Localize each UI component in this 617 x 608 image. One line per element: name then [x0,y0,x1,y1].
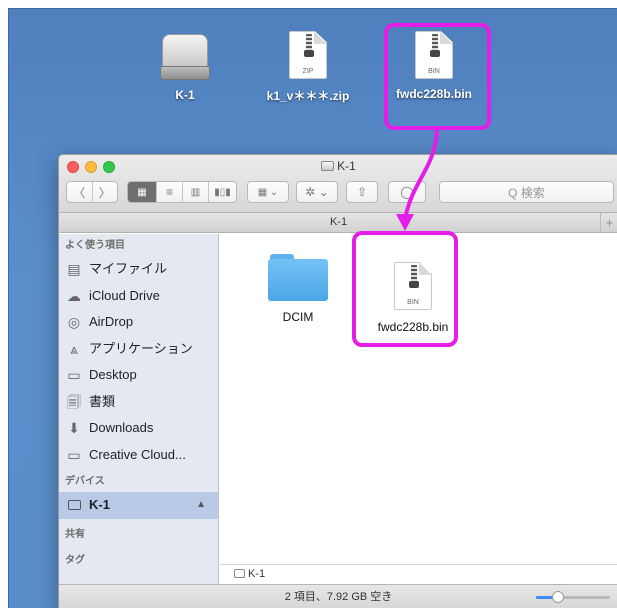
desktop: K-1 ZIP k1_v＊＊＊.zip BIN fwdc228b.bin K-1… [8,8,617,608]
drag-arrow [396,129,439,231]
